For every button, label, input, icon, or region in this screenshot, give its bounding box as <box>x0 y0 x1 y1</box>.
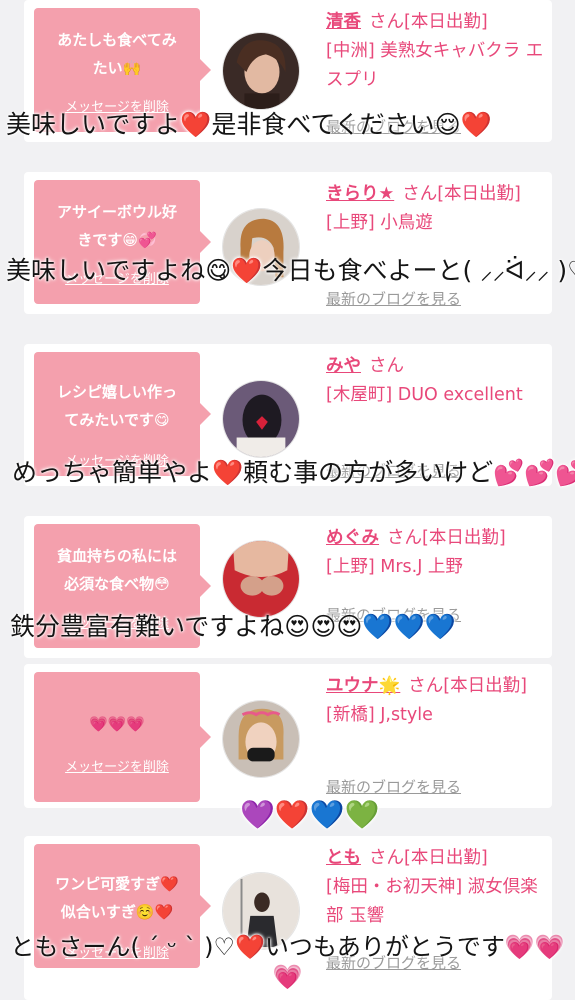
honorific: さん[本日出勤] <box>408 676 527 696</box>
girl-name-link[interactable]: めぐみ <box>326 528 379 548</box>
message-text: 💗💗💗 <box>88 715 146 733</box>
girl-name-link[interactable]: きらり★ <box>326 184 394 204</box>
honorific: さん <box>369 356 404 376</box>
shop-name: [中洲] 美熟女キャバクラ エスプリ <box>326 41 544 90</box>
honorific: さん[本日出勤] <box>402 184 521 204</box>
message-text: 貧血持ちの私には 必須な食べ物😳 <box>56 547 177 593</box>
girl-info: とも さん[本日出勤] [梅田・お初天神] 淑女倶楽部 玉響 <box>326 844 548 931</box>
girl-name-link[interactable]: 清香 <box>326 12 361 32</box>
message-card: アサイーボウル好 きです😁💞 メッセージを削除 きらり★ さん[本日出勤] [上野… <box>24 172 552 314</box>
name-row: みや さん <box>326 352 548 381</box>
girl-info: ユウナ🌟 さん[本日出勤] [新橋] J,style <box>326 672 548 730</box>
girl-info: 清香 さん[本日出勤] [中洲] 美熟女キャバクラ エスプリ <box>326 8 548 95</box>
name-row: ユウナ🌟 さん[本日出勤] <box>326 672 548 701</box>
girl-info: きらり★ さん[本日出勤] [上野] 小鳥遊 <box>326 180 548 238</box>
caption-overlay: 💜❤️💙💚 <box>240 798 380 831</box>
girl-name-link[interactable]: ユウナ🌟 <box>326 676 400 696</box>
message-text: アサイーボウル好 きです😁💞 <box>56 203 177 249</box>
avatar[interactable] <box>222 32 300 110</box>
avatar[interactable] <box>222 540 300 618</box>
caption-overlay: ともさーん( ´ ᵕ ` )♡❤️いつもありがとうです💗💗💗 <box>10 933 565 991</box>
name-row: きらり★ さん[本日出勤] <box>326 180 548 209</box>
message-card: 💗💗💗 メッセージを削除 ユウナ🌟 さん[本日出勤] [新橋] J,style 最… <box>24 664 552 808</box>
avatar[interactable] <box>222 700 300 778</box>
honorific: さん[本日出勤] <box>369 848 488 868</box>
shop-name: [梅田・お初天神] 淑女倶楽部 玉響 <box>326 877 538 926</box>
girl-info: めぐみ さん[本日出勤] [上野] Mrs.J 上野 <box>326 524 548 582</box>
name-row: とも さん[本日出勤] <box>326 844 548 873</box>
message-text: ワンピ可愛すぎ❤️ 似合いすぎ☺️❤️ <box>55 875 179 921</box>
message-text: あたしも食べてみ たい🙌 <box>57 31 177 77</box>
name-row: 清香 さん[本日出勤] <box>326 8 548 37</box>
message-text: レシピ嬉しい作っ てみたいです😋 <box>56 383 177 429</box>
girl-info: みや さん [木屋町] DUO excellent <box>326 352 548 410</box>
girl-name-link[interactable]: みや <box>326 356 361 376</box>
caption-overlay: 美味しいですよね😋❤️今日も食べよーと( ⸝⸝ᐛ⸝⸝ )♡ <box>6 256 575 285</box>
message-bubble: 💗💗💗 メッセージを削除 <box>34 672 211 802</box>
caption-overlay: めっちゃ簡単やよ❤️頼む事の方が多いけど💕💕💕 <box>12 458 575 487</box>
honorific: さん[本日出勤] <box>369 12 488 32</box>
name-row: めぐみ さん[本日出勤] <box>326 524 548 553</box>
shop-name: [木屋町] DUO excellent <box>326 385 523 405</box>
delete-message-link[interactable]: メッセージを削除 <box>34 756 200 775</box>
caption-overlay: 美味しいですよ❤️是非食べてください😌❤️ <box>6 110 492 139</box>
latest-blog-link[interactable]: 最新のブログを見る <box>326 776 461 797</box>
avatar[interactable] <box>222 380 300 458</box>
caption-overlay: 鉄分豊富有難いですよね😍😍😍💙💙💙 <box>10 612 456 641</box>
girl-name-link[interactable]: とも <box>326 848 361 868</box>
latest-blog-link[interactable]: 最新のブログを見る <box>326 288 461 309</box>
shop-name: [新橋] J,style <box>326 705 433 725</box>
shop-name: [上野] Mrs.J 上野 <box>326 557 463 577</box>
shop-name: [上野] 小鳥遊 <box>326 213 433 233</box>
honorific: さん[本日出勤] <box>387 528 506 548</box>
